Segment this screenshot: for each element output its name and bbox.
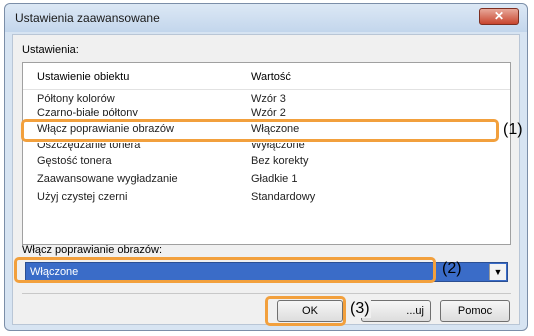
list-row[interactable]: Użyj czystej czerni Standardowy xyxy=(23,191,510,206)
callout-box-2 xyxy=(14,257,436,283)
row-name: Półtony kolorów xyxy=(37,93,115,105)
row-value: Gładkie 1 xyxy=(251,173,298,185)
settings-label: Ustawienia: xyxy=(22,44,79,56)
list-row[interactable]: Czarno-białe półtony Wzór 2 xyxy=(23,107,510,116)
row-name: Zaawansowane wygładzanie xyxy=(37,173,178,185)
row-value: Wzór 2 xyxy=(251,107,286,116)
row-value: Standardowy xyxy=(251,191,316,203)
list-row[interactable]: Półtony kolorów Wzór 3 xyxy=(23,93,510,108)
callout-box-3 xyxy=(265,296,346,326)
window-title: Ustawienia zaawansowane xyxy=(15,11,160,25)
settings-list[interactable]: Ustawienie obiektu Wartość Półtony kolor… xyxy=(22,62,511,245)
row-value: Wyłączone xyxy=(251,143,305,151)
close-icon: ✕ xyxy=(493,9,505,23)
chevron-down-icon[interactable]: ▼ xyxy=(489,264,506,280)
divider xyxy=(22,293,511,294)
row-name: Czarno-białe półtony xyxy=(37,107,138,116)
callout-box-1 xyxy=(21,119,499,142)
list-row[interactable]: Oszczędzanie tonera Wyłączone xyxy=(23,143,510,155)
row-value: Wzór 3 xyxy=(251,93,286,105)
title-bar: Ustawienia zaawansowane ✕ xyxy=(5,4,527,32)
column-header-value[interactable]: Wartość xyxy=(251,71,291,83)
help-button[interactable]: Pomoc xyxy=(440,300,510,322)
close-button[interactable]: ✕ xyxy=(479,8,519,25)
callout-label-3: (3) xyxy=(349,300,371,318)
combo-label: Włącz poprawianie obrazów: xyxy=(22,244,163,256)
row-name: Oszczędzanie tonera xyxy=(37,143,141,151)
list-header: Ustawienie obiektu Wartość xyxy=(23,63,510,90)
row-name: Gęstość tonera xyxy=(37,155,112,167)
list-row[interactable]: Zaawansowane wygładzanie Gładkie 1 xyxy=(23,173,510,188)
list-row[interactable]: Gęstość tonera Bez korekty xyxy=(23,155,510,170)
row-name: Użyj czystej czerni xyxy=(37,191,128,203)
row-value: Bez korekty xyxy=(251,155,309,167)
callout-label-1: (1) xyxy=(503,121,523,138)
apply-button[interactable]: ...uj xyxy=(361,300,431,322)
callout-label-2: (2) xyxy=(442,260,462,277)
column-header-name[interactable]: Ustawienie obiektu xyxy=(37,71,129,83)
